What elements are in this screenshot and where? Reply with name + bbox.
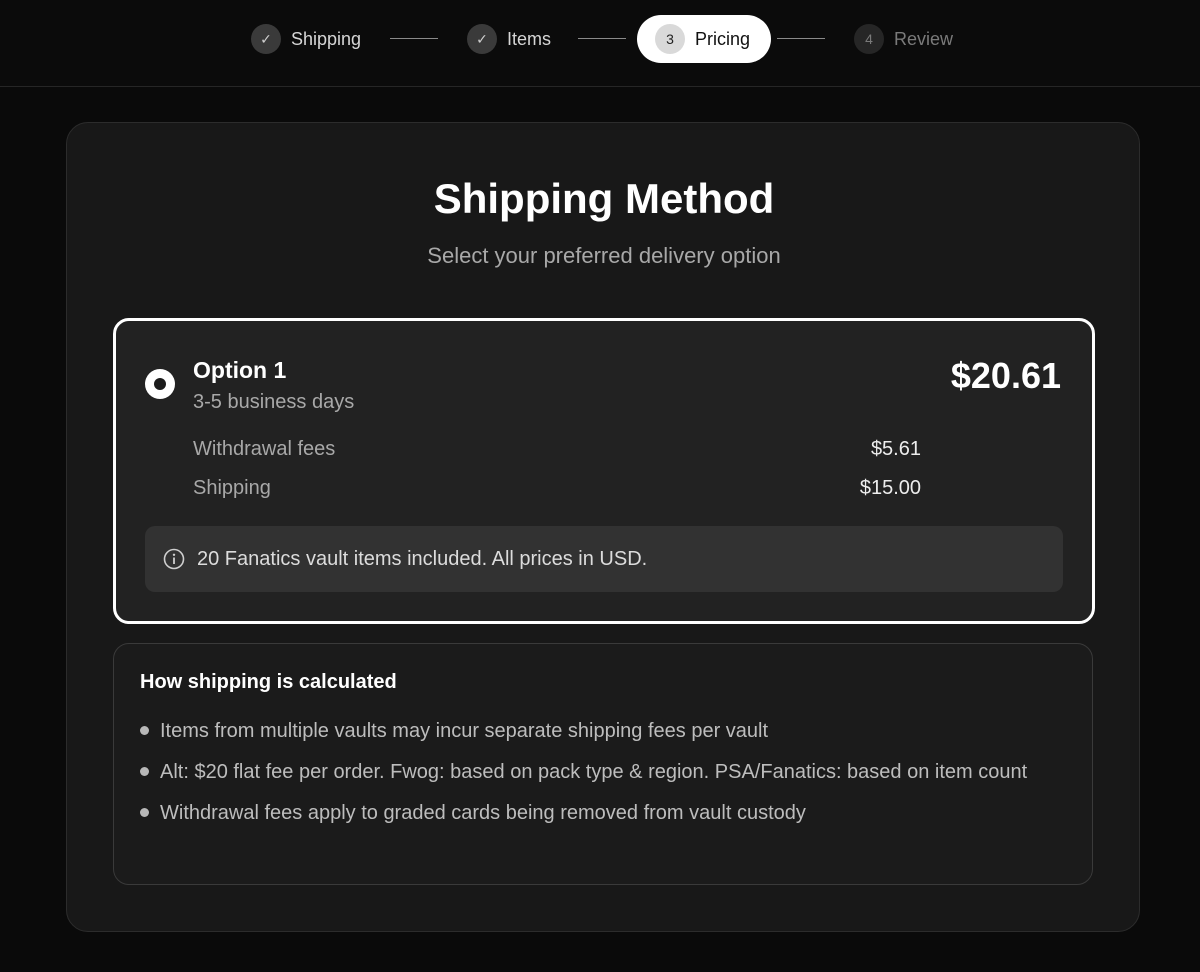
fee-row: Withdrawal fees $5.61	[193, 438, 921, 461]
list-item: Alt: $20 flat fee per order. Fwog: based…	[140, 757, 1060, 787]
step-number: 4	[854, 24, 884, 54]
vault-notice: 20 Fanatics vault items included. All pr…	[145, 526, 1063, 592]
step-connector	[777, 38, 825, 39]
step-number: 3	[655, 24, 685, 54]
shipping-calculation-info: How shipping is calculated Items from mu…	[113, 643, 1093, 885]
step-pricing[interactable]: 3 Pricing	[637, 15, 771, 63]
radio-button[interactable]	[145, 369, 175, 399]
fee-label: Shipping	[193, 477, 271, 499]
step-label: Pricing	[695, 28, 751, 49]
list-item: Items from multiple vaults may incur sep…	[140, 716, 1060, 746]
step-review[interactable]: 4 Review	[854, 24, 953, 54]
option-delivery-time: 3-5 business days	[193, 391, 355, 413]
info-list: Items from multiple vaults may incur sep…	[140, 716, 1060, 839]
step-shipping[interactable]: ✓ Shipping	[251, 24, 361, 54]
option-price: $20.61	[950, 355, 1061, 396]
info-title: How shipping is calculated	[140, 671, 397, 693]
notice-text: 20 Fanatics vault items included. All pr…	[197, 547, 648, 570]
page-subtitle: Select your preferred delivery option	[427, 243, 781, 268]
shipping-option-1[interactable]: Option 1 3-5 business days $20.61 Withdr…	[113, 318, 1095, 624]
page-title: Shipping Method	[433, 175, 775, 222]
info-icon	[163, 548, 185, 570]
fee-value: $15.00	[859, 477, 921, 499]
option-name: Option 1	[193, 357, 287, 383]
step-connector	[390, 38, 438, 39]
list-item: Withdrawal fees apply to graded cards be…	[140, 798, 1060, 828]
shipping-method-card: Shipping Method Select your preferred de…	[66, 122, 1140, 932]
fee-label: Withdrawal fees	[193, 438, 336, 460]
check-icon: ✓	[251, 24, 281, 54]
check-icon: ✓	[467, 24, 497, 54]
step-label: Items	[507, 28, 552, 49]
radio-selected-dot	[154, 378, 166, 390]
step-label: Shipping	[291, 28, 362, 49]
step-items[interactable]: ✓ Items	[467, 24, 551, 54]
step-connector	[578, 38, 626, 39]
step-label: Review	[894, 28, 954, 49]
fee-value: $5.61	[870, 438, 921, 460]
fee-row: Shipping $15.00	[193, 477, 921, 500]
checkout-stepper: ✓ Shipping ✓ Items 3 Pricing 4 Review	[0, 0, 1200, 87]
